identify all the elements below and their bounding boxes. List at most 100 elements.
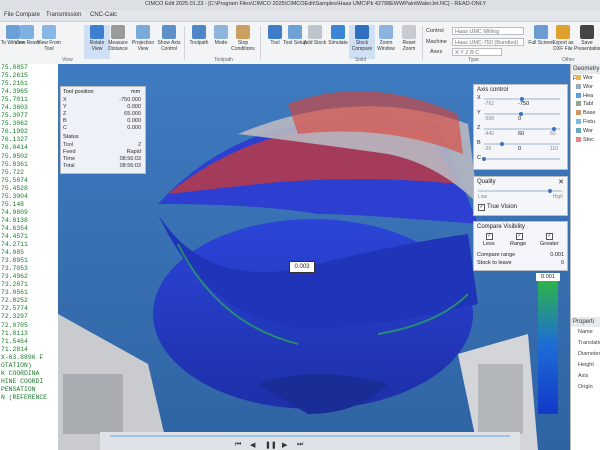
property-item[interactable]: Height: [571, 360, 600, 371]
code-line[interactable]: 76.1992: [0, 128, 58, 136]
tree-item[interactable]: Hea: [571, 92, 600, 101]
stop-conditions-button[interactable]: Stop Conditions: [230, 25, 256, 59]
pause-icon[interactable]: ❚❚: [265, 441, 277, 449]
property-item[interactable]: Origin: [571, 382, 600, 393]
axes-select[interactable]: X Y Z B C: [452, 48, 502, 56]
measure-distance-button[interactable]: Measure Distance: [105, 25, 131, 59]
menu-cnc-calc[interactable]: CNC-Calc: [90, 12, 117, 18]
code-line[interactable]: PENSATION: [0, 386, 58, 394]
code-line[interactable]: 73.7053: [0, 265, 58, 273]
code-line[interactable]: 75.9502: [0, 153, 58, 161]
axis-value[interactable]: 60: [518, 131, 524, 137]
code-line[interactable]: 75.4528: [0, 185, 58, 193]
property-item[interactable]: Translatio: [571, 338, 600, 349]
code-line[interactable]: 75.5874: [0, 177, 58, 185]
code-line[interactable]: 75.2615: [0, 72, 58, 80]
deviation-legend-bar: [538, 274, 558, 414]
play-icon[interactable]: ▶: [282, 441, 287, 449]
code-line[interactable]: 72.8252: [0, 297, 58, 305]
code-line[interactable]: 75.7011: [0, 96, 58, 104]
code-line[interactable]: 75.3077: [0, 112, 58, 120]
greater-label: Greater: [540, 241, 559, 247]
playback-progress-track[interactable]: [110, 435, 510, 437]
code-line[interactable]: 74.9809: [0, 209, 58, 217]
true-vision-checkbox[interactable]: ✓: [478, 204, 485, 211]
step-back-icon[interactable]: ◀: [250, 441, 255, 449]
menu-transmission[interactable]: Transmission: [46, 12, 81, 18]
code-line[interactable]: 72.5774: [0, 305, 58, 313]
property-item[interactable]: Name: [571, 327, 600, 338]
compare-range-value[interactable]: 0.001: [550, 252, 564, 258]
simulate-button[interactable]: Simulate: [325, 25, 351, 59]
code-line[interactable]: 74.3603: [0, 104, 58, 112]
code-line[interactable]: HINE COORDI: [0, 378, 58, 386]
property-item[interactable]: Diameter: [571, 349, 600, 360]
code-line[interactable]: 74.8138: [0, 217, 58, 225]
close-icon[interactable]: ✕: [558, 178, 564, 186]
control-select[interactable]: Haas UMC Milling: [452, 27, 524, 35]
tree-item[interactable]: Fixtu: [571, 118, 600, 127]
save-presentation-button[interactable]: Save Presentation: [574, 25, 600, 59]
reset-zoom-button[interactable]: Reset Zoom: [396, 25, 422, 59]
code-line[interactable]: 74.3965: [0, 88, 58, 96]
axis-value[interactable]: -750: [518, 101, 529, 107]
quality-slider-knob[interactable]: [547, 189, 552, 193]
nc-code-editor[interactable]: 75.8857 75.2615 75.2161 74.3965 75.7011 74.36…: [0, 64, 59, 450]
axis-slider[interactable]: [484, 158, 560, 160]
code-line[interactable]: 75.3062: [0, 120, 58, 128]
tree-item[interactable]: Stoc: [571, 136, 600, 145]
code-line[interactable]: 72.0705: [0, 322, 58, 330]
code-line[interactable]: 76.0414: [0, 144, 58, 152]
code-line[interactable]: 74.6354: [0, 225, 58, 233]
stock-compare-button[interactable]: Stock Compare: [349, 25, 375, 59]
projection-view-button[interactable]: Projection View: [130, 25, 156, 59]
code-line[interactable]: 72.3297: [0, 313, 58, 321]
tree-item[interactable]: Base: [571, 109, 600, 118]
code-line[interactable]: 75.722: [0, 169, 58, 177]
code-line[interactable]: 75.8857: [0, 64, 58, 72]
code-line[interactable]: 73.0561: [0, 289, 58, 297]
view-from-tool-button[interactable]: View From Tool: [36, 25, 62, 59]
axis-slider[interactable]: [484, 128, 560, 130]
code-line[interactable]: 75.3004: [0, 193, 58, 201]
tree-item[interactable]: Wor: [571, 127, 600, 136]
show-axis-control-button[interactable]: Show Axis Control: [156, 25, 182, 59]
code-line[interactable]: 74.085: [0, 249, 58, 257]
tree-item[interactable]: Tabl: [571, 100, 600, 109]
code-line[interactable]: K COORDINA: [0, 370, 58, 378]
code-line[interactable]: 71.8113: [0, 330, 58, 338]
skip-back-icon[interactable]: ⏮: [235, 441, 241, 449]
code-line[interactable]: X-63.8896 F: [0, 354, 58, 362]
code-line[interactable]: 76.1327: [0, 136, 58, 144]
export-dxf-button[interactable]: Export as DXF File: [550, 25, 576, 59]
code-line[interactable]: 75.148: [0, 201, 58, 209]
code-line[interactable]: N (REFERENCE: [0, 394, 58, 402]
code-line[interactable]: 73.8951: [0, 257, 58, 265]
properties-panel: Properti Name Translatio Diameter Height Axi…: [570, 317, 600, 450]
property-item[interactable]: Axis: [571, 371, 600, 382]
greater-checkbox[interactable]: ✓: [546, 233, 553, 240]
range-checkbox[interactable]: ✓: [516, 233, 523, 240]
menu-file-compare[interactable]: File Compare: [4, 12, 40, 18]
code-line[interactable]: 75.2161: [0, 80, 58, 88]
axis-value[interactable]: 0: [518, 146, 521, 152]
stock-to-leave-value[interactable]: 0: [561, 260, 564, 266]
axis-value[interactable]: 0: [518, 116, 521, 122]
machine-select[interactable]: Haas UMC-750 (Bundled): [452, 38, 524, 46]
code-line[interactable]: 74.4571: [0, 233, 58, 241]
axis-slider-knob[interactable]: [482, 157, 486, 161]
code-line[interactable]: 71.2814: [0, 346, 58, 354]
code-line[interactable]: 71.5464: [0, 338, 58, 346]
skip-forward-icon[interactable]: ⏭: [297, 441, 303, 449]
axis-slider[interactable]: [484, 143, 560, 145]
code-line[interactable]: 75.8361: [0, 161, 58, 169]
axis-slider-knob[interactable]: [499, 142, 504, 146]
axis-control-panel: Axis control X -762 -750 Y -508 0 Z -440 60 60 B -3…: [473, 84, 568, 170]
code-line[interactable]: 73.2871: [0, 281, 58, 289]
less-checkbox[interactable]: ✓: [486, 233, 493, 240]
tree-item[interactable]: Wor: [571, 74, 600, 83]
code-line[interactable]: 73.4962: [0, 273, 58, 281]
tree-item[interactable]: Wor: [571, 83, 600, 92]
code-line[interactable]: OTATION): [0, 362, 58, 370]
code-line[interactable]: 74.2711: [0, 241, 58, 249]
